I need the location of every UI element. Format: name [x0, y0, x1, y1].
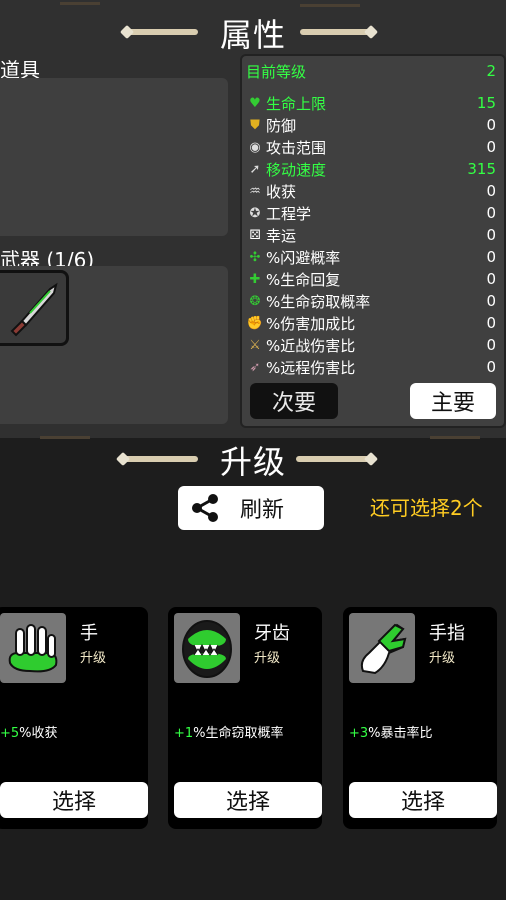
ground-decoration [300, 4, 360, 7]
stat-name: 攻击范围 [266, 138, 327, 157]
stat-row: ♥ 生命上限 15 [246, 92, 496, 114]
regen-icon: ✚ [249, 271, 261, 287]
card-name: 手指 [429, 623, 465, 644]
card-level: 升级 [429, 651, 456, 666]
boot-icon: ➚ [249, 161, 261, 177]
share-icon [192, 494, 218, 522]
stat-name: 防御 [266, 116, 297, 135]
stat-value: 0 [486, 138, 496, 156]
stat-row: ➶ %远程伤害比 0 [246, 356, 496, 378]
refresh-button[interactable]: 刷新 [178, 486, 324, 530]
stat-name: 工程学 [266, 204, 312, 223]
wrench-icon: ✪ [249, 205, 261, 221]
stat-value: 0 [486, 248, 496, 266]
level-value: 2 [486, 62, 496, 80]
target-icon: ◉ [249, 139, 261, 155]
stat-row: ➚ 移动速度 315 [246, 158, 496, 180]
card-bonus: +5%收获 [0, 726, 58, 741]
teeth-icon [174, 613, 240, 683]
stat-row: ⚄ 幸运 0 [246, 224, 496, 246]
stat-value: 0 [486, 226, 496, 244]
stat-name: %闪避概率 [266, 248, 341, 267]
stat-row: ⛊ 防御 0 [246, 114, 496, 136]
heart-icon: ♥ [249, 95, 261, 111]
stat-name: 收获 [266, 182, 297, 201]
stat-value: 0 [486, 204, 496, 222]
sword-icon: ⚔ [249, 337, 261, 353]
stat-value: 0 [486, 358, 496, 376]
items-panel [0, 78, 228, 236]
select-button[interactable]: 选择 [174, 782, 322, 818]
card-name: 手 [80, 623, 98, 644]
level-label: 目前等级 [246, 62, 307, 81]
ranged-icon: ➶ [249, 359, 261, 375]
tab-primary[interactable]: 主要 [410, 383, 496, 419]
tab-secondary[interactable]: 次要 [250, 383, 338, 419]
stat-row: ◉ 攻击范围 0 [246, 136, 496, 158]
lifesteal-icon: ❂ [249, 293, 261, 309]
dice-icon: ⚄ [249, 227, 261, 243]
refresh-label: 刷新 [240, 498, 285, 523]
stat-value: 0 [486, 116, 496, 134]
stats-panel: 目前等级 2 ♥ 生命上限 15 ⛊ 防御 0 ◉ 攻击范围 0 ➚ 移动速度 315 ♒ 收获 0 ✪ 工程学… [240, 54, 506, 428]
card-bonus: +1%生命窃取概率 [174, 726, 284, 741]
stat-value: 0 [486, 336, 496, 354]
card-name: 牙齿 [254, 623, 290, 644]
stat-name: %远程伤害比 [266, 358, 356, 377]
stat-name: %伤害加成比 [266, 314, 356, 333]
stat-name: %生命窃取概率 [266, 292, 371, 311]
remaining-choices: 还可选择2个 [370, 496, 483, 520]
stat-value: 0 [486, 314, 496, 332]
stat-value: 315 [467, 160, 496, 178]
stat-name: 生命上限 [266, 94, 327, 113]
stat-row: ⚔ %近战伤害比 0 [246, 334, 496, 356]
stat-name: 移动速度 [266, 160, 327, 179]
stat-row: ✚ %生命回复 0 [246, 268, 496, 290]
stat-value: 0 [486, 292, 496, 310]
attributes-screen: 属性 道具 武器 (1/6) 目前等级 2 ♥ 生命上限 15 ⛊ 防御 0 ◉ 攻击范围 0 ➚… [0, 0, 506, 438]
stat-row: ❂ %生命窃取概率 0 [246, 290, 496, 312]
select-button[interactable]: 选择 [349, 782, 497, 818]
level-row: 目前等级 2 [246, 60, 496, 82]
card-bonus: +3%暴击率比 [349, 726, 433, 741]
ground-decoration [60, 2, 100, 5]
weapon-slot-knife[interactable] [0, 270, 69, 346]
stat-row: ✣ %闪避概率 0 [246, 246, 496, 268]
upgrade-card-hand: 手 升级 +5%收获 选择 [0, 607, 148, 829]
stat-row: ✊ %伤害加成比 0 [246, 312, 496, 334]
muscle-icon: ✊ [246, 315, 264, 331]
attributes-title: 属性 [219, 16, 286, 54]
finger-icon [349, 613, 415, 683]
stat-name: %生命回复 [266, 270, 341, 289]
stat-row: ✪ 工程学 0 [246, 202, 496, 224]
dodge-icon: ✣ [249, 249, 261, 265]
stat-row: ♒ 收获 0 [246, 180, 496, 202]
harvest-icon: ♒ [249, 183, 261, 199]
upgrade-card-finger: 手指 升级 +3%暴击率比 选择 [343, 607, 497, 829]
hand-icon [0, 613, 66, 683]
stat-name: %近战伤害比 [266, 336, 356, 355]
upgrade-card-teeth: 牙齿 升级 +1%生命窃取概率 选择 [168, 607, 322, 829]
select-button[interactable]: 选择 [0, 782, 148, 818]
stat-value: 0 [486, 182, 496, 200]
stat-value: 0 [486, 270, 496, 288]
stat-value: 15 [476, 94, 496, 112]
knife-icon [10, 282, 58, 337]
stat-name: 幸运 [266, 226, 297, 245]
shield-icon: ⛊ [250, 117, 260, 133]
card-level: 升级 [80, 651, 107, 666]
card-level: 升级 [254, 651, 281, 666]
upgrade-title: 升级 [219, 443, 286, 481]
